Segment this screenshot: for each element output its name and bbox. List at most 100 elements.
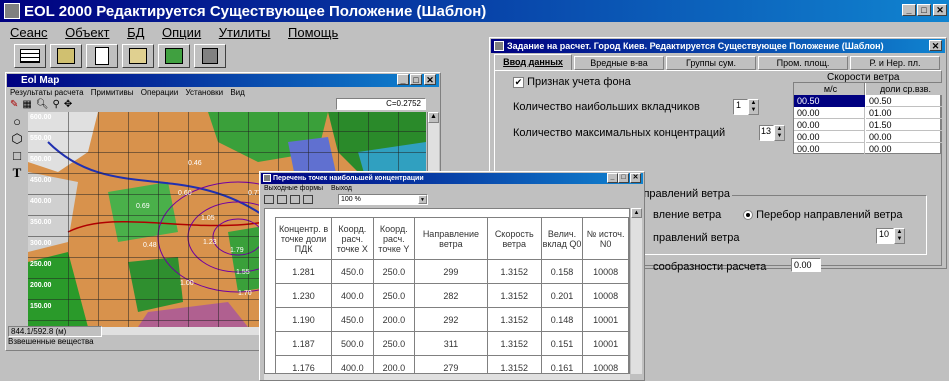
direction-count-spinner[interactable]: ▲ ▼ <box>894 228 905 244</box>
cursor-position: 844.1/592.8 (м) <box>8 326 102 337</box>
print-icon[interactable] <box>264 195 274 204</box>
wind-cell[interactable]: 00.00 <box>794 131 865 143</box>
wind-cell[interactable]: 01.50 <box>866 119 942 131</box>
points-menu-bar: Выходные формы Выход <box>264 185 352 192</box>
max-conc-spinner[interactable]: ▲ ▼ <box>774 125 785 141</box>
table-cell: 1.3152 <box>486 259 542 284</box>
save-icon[interactable] <box>302 195 313 204</box>
zoom-in-icon[interactable]: 🔍︎ <box>36 99 49 110</box>
table-cell: 0.161 <box>540 355 584 373</box>
toolbar-table-button[interactable] <box>14 44 46 68</box>
radio-selected-icon[interactable] <box>743 210 753 221</box>
pan-icon[interactable]: ✥ <box>64 99 72 110</box>
menu-help[interactable]: Помощь <box>288 25 338 40</box>
menu-options[interactable]: Опции <box>162 25 201 40</box>
wind-cell[interactable]: 00.00 <box>866 143 942 154</box>
map-menu-operations[interactable]: Операции <box>141 88 178 97</box>
tab-industrial-sites[interactable]: Пром. площ. <box>758 56 848 70</box>
direction-count-input[interactable]: 10 <box>876 228 894 244</box>
direction-option-1-label[interactable]: вление ветра <box>653 209 721 221</box>
wind-cell[interactable]: 00.00 <box>794 143 865 154</box>
wind-cell[interactable]: 00.00 <box>866 131 942 143</box>
menu-db[interactable]: БД <box>127 25 144 40</box>
chevron-down-icon[interactable]: ▼ <box>418 195 427 204</box>
pencil-icon[interactable]: ✎ <box>10 99 18 110</box>
coord-readout: C=0.2752 <box>336 98 426 110</box>
minimize-button[interactable]: _ <box>902 4 916 16</box>
background-checkbox-row[interactable]: ✔ Признак учета фона <box>513 76 631 88</box>
polygon-tool-icon[interactable]: ⬡ <box>8 130 26 147</box>
table-cell: 1.3152 <box>486 307 542 332</box>
table-row[interactable]: 1.230 400.0 250.0 282 1.3152 0.201 10008 <box>274 283 629 308</box>
map-menu-primitives[interactable]: Примитивы <box>91 88 134 97</box>
points-window: Перечень точек наибольшей концентрации _… <box>259 171 645 381</box>
max-contrib-input[interactable]: 1 <box>733 99 748 115</box>
table-cell: 10008 <box>582 259 629 284</box>
wind-cell[interactable]: 00.50 <box>866 95 942 107</box>
page-icon[interactable] <box>276 195 287 204</box>
close-button[interactable]: ✕ <box>933 4 947 16</box>
tab-input-data[interactable]: Ввод данных <box>494 54 572 70</box>
table-cell: 311 <box>414 331 488 356</box>
map-menu-settings[interactable]: Установки <box>185 88 223 97</box>
map-menu-results[interactable]: Результаты расчета <box>10 88 84 97</box>
scroll-up-arrow-icon[interactable]: ▲ <box>428 112 439 123</box>
zoom-icon[interactable] <box>289 195 300 204</box>
table-row[interactable]: 1.190 450.0 200.0 292 1.3152 0.148 10001 <box>274 307 629 332</box>
app-icon[interactable] <box>4 3 20 19</box>
points-maximize-button[interactable]: □ <box>618 173 629 183</box>
rect-tool-icon[interactable]: □ <box>8 147 26 164</box>
wind-cell[interactable]: 00.00 <box>794 107 865 119</box>
toolbar-exit-button[interactable] <box>194 44 226 68</box>
points-close-button[interactable]: ✕ <box>630 173 641 183</box>
toolbar-objects-button[interactable] <box>50 44 82 68</box>
tab-sites[interactable]: Р. и Нер. пл. <box>850 56 940 70</box>
tab-harmful-substances[interactable]: Вредные в-ва <box>574 56 664 70</box>
points-menu-exit[interactable]: Выход <box>331 185 352 192</box>
points-vertical-scrollbar[interactable]: ▲ <box>631 208 642 374</box>
toolbar-calc-button[interactable] <box>86 44 118 68</box>
menu-object[interactable]: Объект <box>65 25 109 40</box>
direction-option-2-label: Перебор направлений ветра <box>756 209 903 221</box>
points-menu-output[interactable]: Выходные формы <box>264 185 323 192</box>
toolbar-map-button[interactable] <box>158 44 190 68</box>
text-tool-icon[interactable]: T <box>8 164 26 181</box>
points-title-bar: Перечень точек наибольшей концентрации _… <box>261 173 643 184</box>
wind-cell[interactable]: 01.00 <box>866 107 942 119</box>
scroll-up-arrow-icon[interactable]: ▲ <box>631 208 642 218</box>
tick-label: 500.00 <box>30 156 52 163</box>
task-window-icon[interactable] <box>494 41 504 51</box>
menu-session[interactable]: Сеанс <box>10 25 48 40</box>
zoom-select[interactable]: 100 % ▼ <box>338 194 428 205</box>
task-close-button[interactable]: ✕ <box>929 40 942 51</box>
points-horizontal-scrollbar[interactable] <box>264 374 630 380</box>
maximize-button[interactable]: □ <box>917 4 931 16</box>
wind-cell-selected[interactable]: 00.50 <box>794 95 865 107</box>
checkbox-checked-icon[interactable]: ✔ <box>513 76 524 88</box>
tick-label: 250.00 <box>30 261 52 268</box>
tab-sum-groups[interactable]: Группы сум. <box>666 56 756 70</box>
wind-speed-table[interactable]: м/с доли ср.взв. 00.50 00.50 00.00 01.00… <box>793 82 942 154</box>
max-contrib-spinner[interactable]: ▲ ▼ <box>748 99 759 115</box>
direction-option-2[interactable]: Перебор направлений ветра <box>743 209 902 221</box>
circle-tool-icon[interactable]: ○ <box>8 113 26 130</box>
map-maximize-button[interactable]: □ <box>410 74 422 85</box>
map-menu-view[interactable]: Вид <box>230 88 244 97</box>
max-conc-input[interactable]: 13 <box>759 125 774 141</box>
menu-utilities[interactable]: Утилиты <box>219 25 271 40</box>
table-icon <box>20 49 40 63</box>
table-row[interactable]: 1.281 450.0 250.0 299 1.3152 0.158 10008 <box>274 259 629 284</box>
map-close-button[interactable]: ✕ <box>424 74 436 85</box>
col-coord-y: Коорд. расч. точке Y <box>372 217 416 260</box>
table-row[interactable]: 1.176 400.0 200.0 279 1.3152 0.161 10008 <box>274 355 629 373</box>
wind-cell[interactable]: 00.00 <box>794 119 865 131</box>
expediency-input[interactable]: 0.00 <box>791 258 821 272</box>
toolbar-docs-button[interactable] <box>122 44 154 68</box>
points-window-icon[interactable] <box>263 174 271 182</box>
map-minimize-button[interactable]: _ <box>397 74 409 85</box>
isoline-label: 1.23 <box>203 239 217 246</box>
points-minimize-button[interactable]: _ <box>607 173 618 183</box>
zoom-out-icon[interactable]: ⚲ <box>53 99 60 110</box>
grid-icon[interactable]: ▦ <box>22 99 31 110</box>
table-row[interactable]: 1.187 500.0 250.0 311 1.3152 0.151 10001 <box>274 331 629 356</box>
